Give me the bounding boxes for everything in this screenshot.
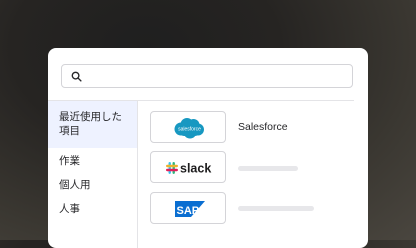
sidebar-item-label: 最近使用した項目 [59, 111, 122, 137]
sidebar-item-label: 作業 [59, 155, 80, 167]
app-row-sap[interactable]: SAP [150, 192, 360, 226]
app-logo-card[interactable]: SAP [150, 192, 226, 224]
slack-logo: slack [166, 162, 211, 176]
app-name: Salesforce [238, 121, 288, 133]
app-launcher-panel: 最近使用した項目 作業 個人用 人事 salesforce Salesforce… [48, 48, 368, 248]
sap-logo-text: SAP [177, 205, 200, 217]
search-icon [71, 71, 82, 82]
app-logo-card[interactable]: slack [150, 151, 226, 183]
sidebar-item-hr[interactable]: 人事 [48, 197, 137, 221]
category-sidebar: 最近使用した項目 作業 個人用 人事 [48, 101, 138, 248]
app-row-slack[interactable]: slack [150, 151, 360, 185]
app-logo-card[interactable]: salesforce [150, 111, 226, 143]
search-box[interactable] [61, 64, 353, 88]
sidebar-item-recent[interactable]: 最近使用した項目 [48, 101, 137, 148]
slack-hash-icon [166, 162, 178, 174]
sidebar-item-label: 個人用 [59, 179, 91, 191]
sap-logo: SAP [175, 201, 205, 217]
app-row-salesforce[interactable]: salesforce Salesforce [150, 111, 360, 145]
sidebar-item-personal[interactable]: 個人用 [48, 173, 137, 197]
app-name-placeholder [238, 206, 314, 211]
salesforce-logo: salesforce [174, 118, 204, 139]
app-name-placeholder [238, 166, 298, 171]
search-input[interactable] [88, 67, 347, 87]
sidebar-item-work[interactable]: 作業 [48, 149, 137, 173]
salesforce-logo-text: salesforce [178, 127, 201, 133]
slack-logo-text: slack [180, 162, 211, 176]
sidebar-item-label: 人事 [59, 203, 80, 215]
